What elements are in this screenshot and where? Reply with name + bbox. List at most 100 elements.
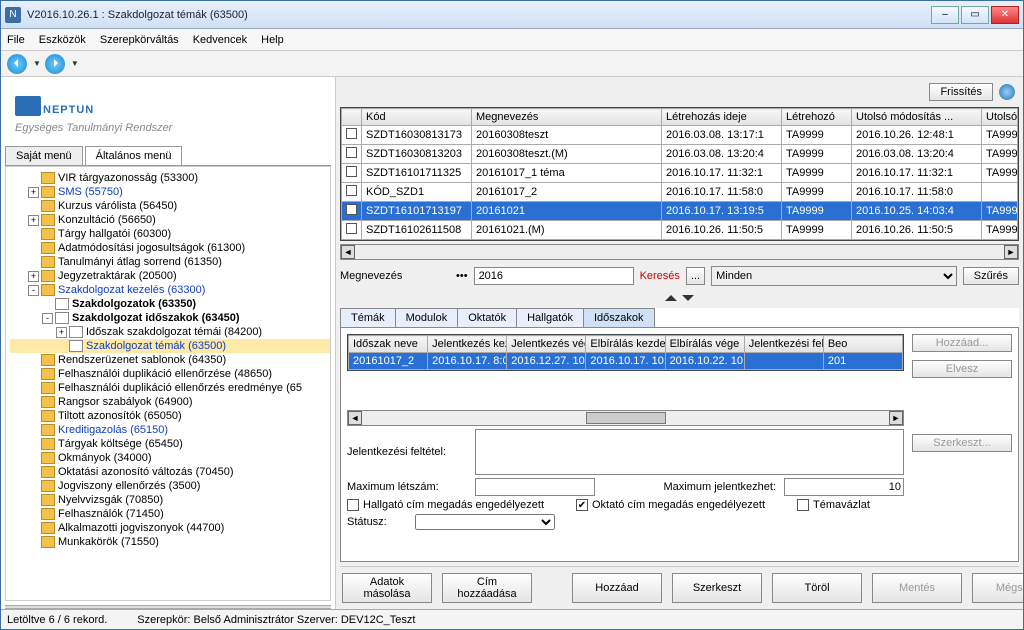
side-remove-button[interactable]: Elvesz <box>912 360 1012 378</box>
tree-item[interactable]: Adatmódosítási jogosultságok (61300) <box>10 241 330 255</box>
tree-item[interactable]: Tanulmányi átlag sorrend (61350) <box>10 255 330 269</box>
tree-toggle-icon[interactable]: + <box>28 187 39 198</box>
tree-item[interactable]: +Konzultáció (56650) <box>10 213 330 227</box>
side-add-button[interactable]: Hozzáad... <box>912 334 1012 352</box>
filter-input[interactable] <box>474 267 634 285</box>
menu-tools[interactable]: Eszközök <box>39 34 86 46</box>
btn-delete[interactable]: Töröl <box>772 573 862 603</box>
tree-item[interactable]: Rangsor szabályok (64900) <box>10 395 330 409</box>
tree-item[interactable]: +Jegyzetraktárak (20500) <box>10 269 330 283</box>
inner-scroll-left-icon[interactable]: ◄ <box>348 411 362 425</box>
tree-item[interactable]: Szakdolgozat témák (63500) <box>10 339 330 353</box>
row-checkbox[interactable] <box>346 128 357 139</box>
filter-scope-select[interactable]: Minden <box>711 266 957 286</box>
chk-tema-wrap[interactable]: Témavázlat <box>797 499 870 511</box>
vertical-resize-handle[interactable] <box>340 292 1019 304</box>
maximize-button[interactable]: ▭ <box>961 6 989 24</box>
tree-item[interactable]: Munkakörök (71550) <box>10 535 330 549</box>
nav-forward-dropdown-icon[interactable]: ▼ <box>71 59 79 68</box>
tree-toggle-icon[interactable]: + <box>56 327 67 338</box>
period-grid-hscroll[interactable]: ◄ ► <box>347 410 904 426</box>
btn-copy-data[interactable]: Adatok másolása <box>342 573 432 603</box>
grid-header[interactable]: Megnevezés <box>472 109 662 126</box>
main-grid-hscroll[interactable]: ◄ ► <box>340 244 1019 260</box>
menu-favorites[interactable]: Kedvencek <box>193 34 247 46</box>
tree-item[interactable]: -Szakdolgozat kezelés (63300) <box>10 283 330 297</box>
grid-header[interactable]: Jelentkezési feltétel <box>744 336 823 353</box>
nav-back-dropdown-icon[interactable]: ▼ <box>33 59 41 68</box>
close-button[interactable]: ✕ <box>991 6 1019 24</box>
table-row[interactable]: 20161017_22016.10.17. 8:00:002016.12.27.… <box>349 353 903 370</box>
tree-item[interactable]: Tárgyak költsége (65450) <box>10 437 330 451</box>
menu-help[interactable]: Help <box>261 34 284 46</box>
globe-icon[interactable] <box>999 84 1015 100</box>
row-checkbox[interactable] <box>346 185 357 196</box>
grid-header[interactable]: Elbírálás vége <box>665 336 744 353</box>
grid-header[interactable]: Kód <box>362 109 472 126</box>
tree-item[interactable]: Alkalmazotti jogviszonyok (44700) <box>10 521 330 535</box>
btn-edit[interactable]: Szerkeszt <box>672 573 762 603</box>
tree-item[interactable]: Szakdolgozatok (63350) <box>10 297 330 311</box>
tree-item[interactable]: VIR tárgyazonosság (53300) <box>10 171 330 185</box>
btn-add-title[interactable]: Cím hozzáadása <box>442 573 532 603</box>
menu-file[interactable]: File <box>7 34 25 46</box>
nav-back-button[interactable] <box>7 54 27 74</box>
filter-ellipsis-button[interactable]: ... <box>686 267 705 285</box>
grid-header[interactable]: Időszak neve <box>349 336 428 353</box>
chk-hallgato-wrap[interactable]: Hallgató cím megadás engedélyezett <box>347 499 544 511</box>
grid-header[interactable]: Létrehozó <box>782 109 852 126</box>
scroll-thumb[interactable] <box>586 412 666 424</box>
menu-role[interactable]: Szerepkörváltás <box>100 34 179 46</box>
tree-item[interactable]: Felhasználók (71450) <box>10 507 330 521</box>
tree-item[interactable]: Okmányok (34000) <box>10 451 330 465</box>
tree-toggle-icon[interactable]: - <box>28 285 39 296</box>
tree-item[interactable]: Nyelvvizsgák (70850) <box>10 493 330 507</box>
grid-header[interactable]: Jelentkezés vége <box>507 336 586 353</box>
nav-forward-button[interactable] <box>45 54 65 74</box>
tree-item[interactable]: Felhasználói duplikáció ellenőrzése (486… <box>10 367 330 381</box>
table-row[interactable]: KÓD_SZD120161017_22016.10.17. 11:58:0TA9… <box>342 183 1018 202</box>
table-row[interactable]: SZDT16101713197201610212016.10.17. 13:19… <box>342 202 1018 221</box>
row-checkbox[interactable] <box>346 147 357 158</box>
grid-header[interactable]: Elbírálás kezdete <box>586 336 665 353</box>
tab-temak[interactable]: Témák <box>340 308 396 327</box>
grid-header[interactable]: Jelentkezés kezd... <box>428 336 507 353</box>
tree-item[interactable]: Oktatási azonosító változás (70450) <box>10 465 330 479</box>
tree-item[interactable]: -Szakdolgozat időszakok (63450) <box>10 311 330 325</box>
tab-oktatok[interactable]: Oktatók <box>457 308 517 327</box>
row-checkbox[interactable] <box>346 166 357 177</box>
tab-hallgatok[interactable]: Hallgatók <box>516 308 584 327</box>
select-status[interactable] <box>415 514 555 530</box>
btn-save[interactable]: Mentés <box>872 573 962 603</box>
tree-toggle-icon[interactable]: + <box>28 271 39 282</box>
row-checkbox[interactable] <box>346 204 357 215</box>
tree-item[interactable]: Jogviszony ellenőrzés (3500) <box>10 479 330 493</box>
scroll-right-icon[interactable]: ► <box>1004 245 1018 259</box>
checkbox-icon[interactable] <box>347 499 359 511</box>
tree-item[interactable]: +SMS (55750) <box>10 185 330 199</box>
tree-item[interactable]: Tiltott azonosítók (65050) <box>10 409 330 423</box>
tab-general-menu[interactable]: Általános menü <box>85 146 183 165</box>
grid-header[interactable] <box>342 109 362 126</box>
input-maxjel[interactable] <box>784 478 904 496</box>
tree-item[interactable]: Kreditigazolás (65150) <box>10 423 330 437</box>
search-link[interactable]: Keresés <box>640 270 680 282</box>
tab-own-menu[interactable]: Saját menü <box>5 146 83 165</box>
expand-up-icon[interactable] <box>665 295 677 301</box>
tab-idoszakok[interactable]: Időszakok <box>583 308 655 327</box>
tree-toggle-icon[interactable]: + <box>28 215 39 226</box>
minimize-button[interactable]: – <box>931 6 959 24</box>
btn-add[interactable]: Hozzáad <box>572 573 662 603</box>
grid-header[interactable]: Beo <box>823 336 902 353</box>
refresh-button[interactable]: Frissítés <box>929 83 993 101</box>
chk-oktato-wrap[interactable]: ✔Oktató cím megadás engedélyezett <box>576 499 765 511</box>
table-row[interactable]: SZDT1603081320320160308teszt.(M)2016.03.… <box>342 145 1018 164</box>
inner-scroll-right-icon[interactable]: ► <box>889 411 903 425</box>
tree-item[interactable]: Tárgy hallgatói (60300) <box>10 227 330 241</box>
grid-header[interactable]: Utolsó módosít <box>982 109 1018 126</box>
checkbox-checked-icon[interactable]: ✔ <box>576 499 588 511</box>
tree-item[interactable]: Kurzus várólista (56450) <box>10 199 330 213</box>
table-row[interactable]: SZDT1610171132520161017_1 téma2016.10.17… <box>342 164 1018 183</box>
row-checkbox[interactable] <box>346 223 357 234</box>
checkbox-icon[interactable] <box>797 499 809 511</box>
